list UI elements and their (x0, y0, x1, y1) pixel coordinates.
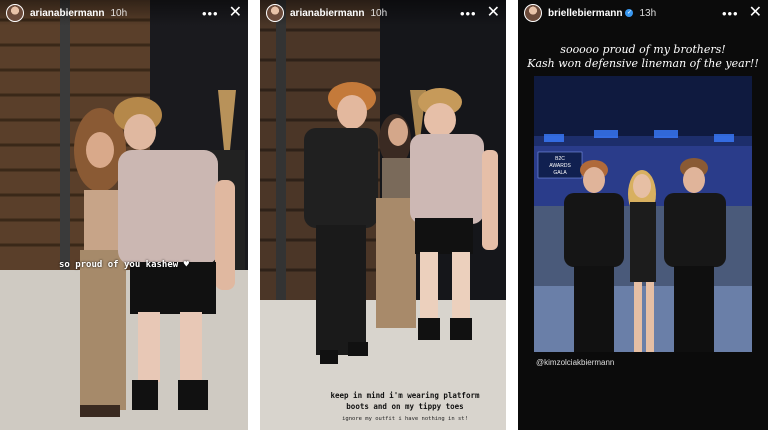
close-icon[interactable]: ✕ (487, 5, 500, 21)
more-horizontal-icon[interactable]: ••• (202, 6, 219, 21)
avatar[interactable] (266, 4, 284, 22)
more-horizontal-icon[interactable]: ••• (460, 6, 477, 21)
avatar[interactable] (524, 4, 542, 22)
post-time: 13h (639, 7, 657, 19)
close-icon[interactable]: ✕ (749, 5, 762, 21)
banner-line-3: GALA (553, 170, 567, 176)
username[interactable]: arianabiermann (30, 8, 104, 19)
story-photo (0, 0, 248, 430)
story-panel-3[interactable]: briellebiermann ✓ 13h ••• ✕ sooooo proud… (518, 0, 768, 430)
story-photo (260, 0, 506, 430)
more-horizontal-icon[interactable]: ••• (722, 6, 739, 21)
story-text-line-2: Kash won defensive lineman of the year!! (527, 57, 759, 70)
banner-line-1: B2C (555, 156, 565, 162)
verified-badge-icon: ✓ (625, 9, 634, 17)
story-photo: B2C AWARDS GALA (534, 76, 752, 352)
story-panel-2[interactable]: arianabiermann 10h ••• ✕ keep in mind i'… (260, 0, 506, 430)
post-time: 10h (370, 7, 388, 19)
close-icon[interactable]: ✕ (229, 5, 242, 21)
story-caption: keep in mind i'm wearing platform boots … (330, 391, 480, 411)
story-caption-small: ignore my outfit i have nothing in st! (342, 416, 468, 422)
story-caption: so proud of you kashew ♥ (58, 260, 190, 270)
story-header: briellebiermann ✓ 13h ••• ✕ (518, 0, 768, 26)
avatar[interactable] (6, 4, 24, 22)
username[interactable]: arianabiermann (290, 8, 364, 19)
story-header: arianabiermann 10h ••• ✕ (260, 0, 506, 26)
story-panel-1[interactable]: arianabiermann 10h ••• ✕ so proud of you… (0, 0, 248, 430)
story-header: arianabiermann 10h ••• ✕ (0, 0, 248, 26)
mention-tag[interactable]: @kimzolciakbiermann (536, 358, 614, 367)
story-text-line-1: sooooo proud of my brothers! (560, 43, 726, 56)
username[interactable]: briellebiermann (548, 8, 622, 19)
banner-line-2: AWARDS (549, 163, 571, 169)
post-time: 10h (110, 7, 128, 19)
